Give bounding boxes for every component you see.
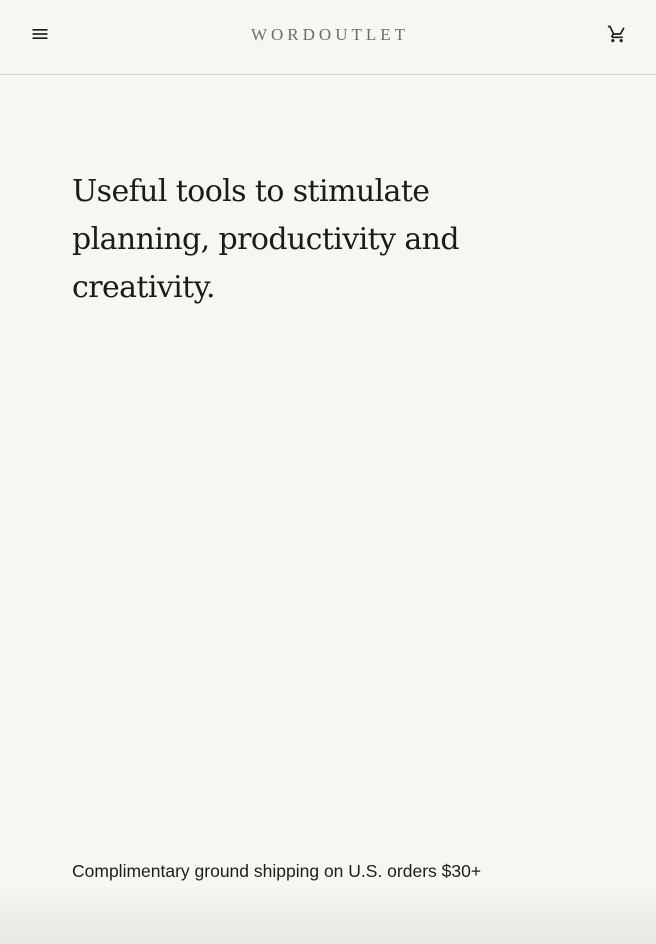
page: WORDOUTLET Useful tools to stimulate pla… — [0, 0, 656, 944]
shipping-notice: Complimentary ground shipping on U.S. or… — [72, 861, 482, 881]
brand-logo: WORDOUTLET — [0, 24, 656, 46]
cart-button[interactable] — [605, 22, 629, 46]
hero-headline: Useful tools to stimulate planning, prod… — [72, 174, 460, 305]
site-header: WORDOUTLET — [0, 0, 656, 75]
cart-icon — [607, 24, 627, 44]
brand-link[interactable]: WORDOUTLET — [247, 24, 409, 46]
